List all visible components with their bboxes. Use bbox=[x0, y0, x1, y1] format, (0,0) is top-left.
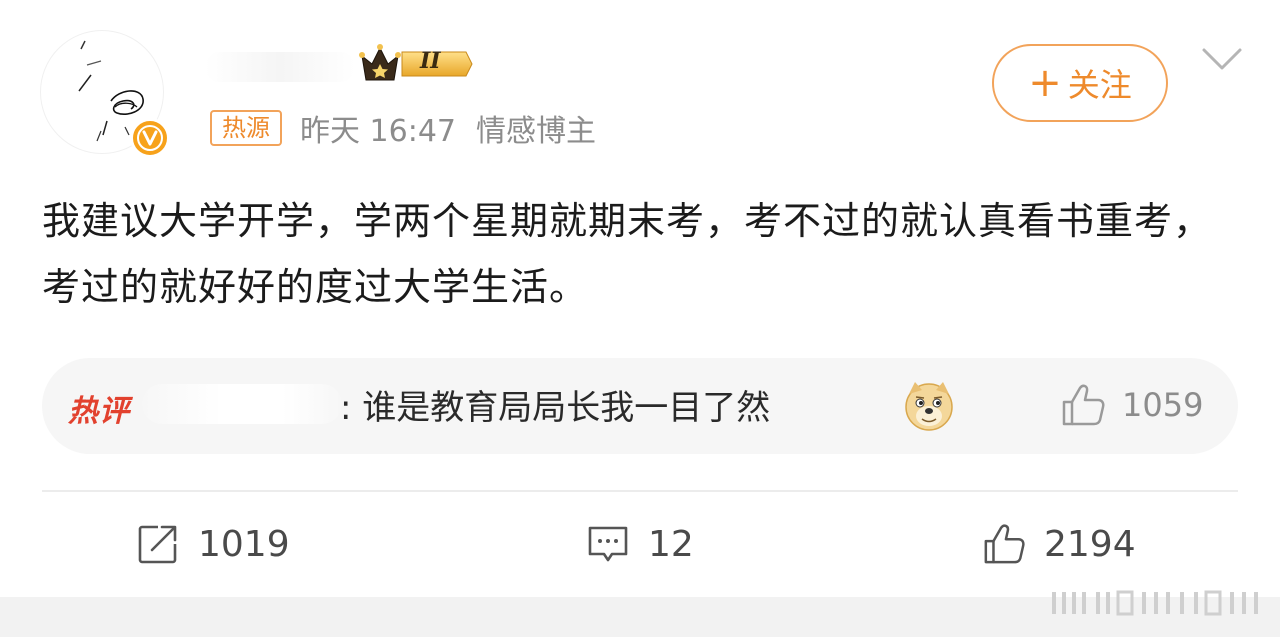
hot-comment-like-button[interactable]: 1059 bbox=[1060, 380, 1203, 430]
source-tag[interactable]: 热源 bbox=[210, 110, 282, 146]
more-options-button[interactable] bbox=[1198, 42, 1246, 82]
hot-comment[interactable]: 热评 : 谁是教育局局长我一目了然 1059 bbox=[42, 358, 1238, 454]
hot-comment-username-redacted[interactable] bbox=[142, 384, 342, 424]
post-content: 我建议大学开学，学两个星期就期末考，考不过的就认真看书重考，考过的就好好的度过大… bbox=[42, 199, 1213, 309]
repost-icon bbox=[138, 525, 177, 564]
follow-label: 关注 bbox=[1067, 66, 1132, 104]
hot-comment-label: 热评 bbox=[68, 394, 130, 429]
avatar-group[interactable] bbox=[40, 30, 170, 158]
member-crown-badge[interactable]: II bbox=[358, 42, 474, 86]
like-count: 2194 bbox=[1044, 523, 1136, 565]
watermark-icon bbox=[1048, 590, 1270, 620]
author-role: 情感博主 bbox=[476, 114, 596, 149]
like-button[interactable]: 2194 bbox=[982, 518, 1136, 570]
post-time: 昨天 16:47 bbox=[300, 114, 456, 149]
follow-button[interactable]: + 关注 bbox=[992, 44, 1168, 122]
divider bbox=[42, 490, 1238, 492]
verified-v-icon bbox=[130, 118, 170, 158]
crown-icon bbox=[359, 44, 473, 81]
thumbs-up-icon bbox=[1062, 384, 1105, 426]
username-redacted[interactable] bbox=[205, 52, 355, 82]
doge-emoji-icon bbox=[902, 378, 956, 432]
repost-button[interactable]: 1019 bbox=[136, 518, 290, 570]
crown-level-label: II bbox=[420, 48, 441, 74]
post-meta: 热源 昨天 16:47 情感博主 bbox=[210, 108, 596, 149]
comment-button[interactable]: 12 bbox=[586, 518, 694, 570]
weibo-post: II 热源 昨天 16:47 情感博主 + 关注 我建议大学开学，学两个星期就期… bbox=[0, 0, 1280, 637]
hot-comment-text: : 谁是教育局局长我一目了然 bbox=[340, 388, 771, 428]
follow-plus-icon: + bbox=[1028, 60, 1062, 106]
comment-count: 12 bbox=[648, 523, 694, 565]
chevron-down-icon bbox=[1202, 48, 1242, 70]
comment-icon bbox=[588, 526, 628, 562]
thumbs-up-icon bbox=[984, 524, 1025, 564]
repost-count: 1019 bbox=[198, 523, 290, 565]
hot-comment-like-count: 1059 bbox=[1122, 386, 1204, 424]
